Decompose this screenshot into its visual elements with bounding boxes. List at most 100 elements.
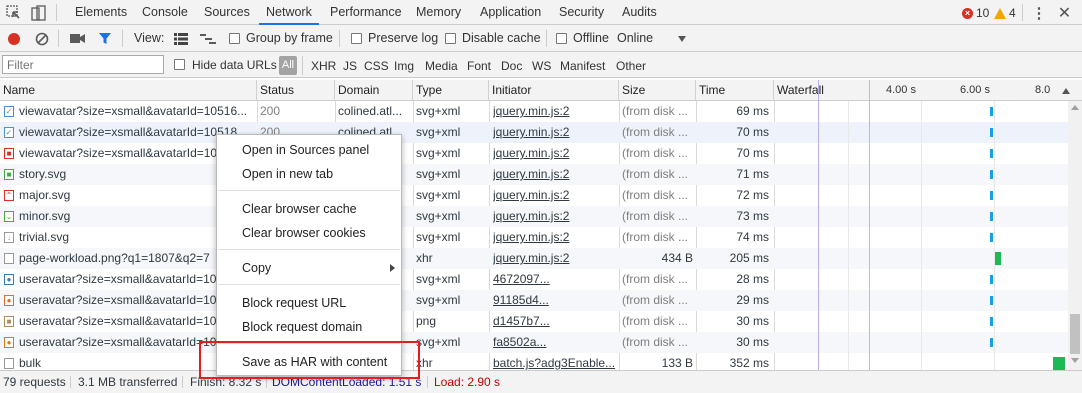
filter-input[interactable] — [2, 55, 164, 74]
request-initiator[interactable]: jquery.min.js:2 — [493, 206, 617, 227]
request-initiator[interactable]: d1457b7... — [493, 311, 617, 332]
request-initiator[interactable]: jquery.min.js:2 — [493, 227, 617, 248]
request-initiator[interactable]: jquery.min.js:2 — [493, 164, 617, 185]
filter-manifest[interactable]: Manifest — [560, 59, 605, 73]
offline-checkbox[interactable] — [556, 33, 567, 44]
group-by-frame-checkbox[interactable] — [229, 33, 240, 44]
filter-media[interactable]: Media — [425, 59, 458, 73]
table-row[interactable]: ✓ viewavatar?size=xsmall&avatarId=10516..… — [0, 101, 1068, 122]
menu-item-block-request-domain[interactable]: Block request domain — [217, 316, 401, 338]
filter-all-button[interactable]: All — [279, 56, 297, 75]
menu-item-block-request-url[interactable]: Block request URL — [217, 292, 401, 314]
scrollbar[interactable] — [1068, 101, 1082, 370]
filter-js[interactable]: JS — [343, 59, 357, 73]
waterfall-bar[interactable] — [994, 252, 1001, 265]
request-initiator[interactable]: 91185d4... — [493, 290, 617, 311]
waterfall-bar[interactable] — [990, 170, 993, 179]
request-initiator[interactable]: jquery.min.js:2 — [493, 248, 617, 269]
group-by-frame-label[interactable]: Group by frame — [246, 31, 333, 45]
column-name[interactable]: Name — [0, 80, 257, 101]
request-initiator[interactable]: jquery.min.js:2 — [493, 101, 617, 122]
table-row[interactable]: ⌃ major.svg svg+xml jquery.min.js:2 (from di… — [0, 185, 1068, 206]
column-size[interactable]: Size — [619, 80, 696, 101]
table-row[interactable]: ● useravatar?size=xsmall&avatarId=10 svg+x… — [0, 269, 1068, 290]
scroll-down-arrow-icon[interactable] — [1071, 358, 1079, 363]
request-name[interactable]: viewavatar?size=xsmall&avatarId=10516... — [19, 101, 255, 122]
waterfall-bar[interactable] — [990, 275, 993, 284]
table-row[interactable]: bulk xhr batch.js?adg3Enable... 133 B 352 ms — [0, 353, 1068, 370]
throttling-select[interactable]: Online — [617, 30, 689, 47]
filter-ws[interactable]: WS — [532, 59, 551, 73]
menu-item-copy[interactable]: Copy — [217, 257, 401, 279]
large-rows-icon[interactable] — [172, 30, 189, 47]
menu-item-open-in-new-tab[interactable]: Open in new tab — [217, 163, 401, 185]
filter-font[interactable]: Font — [467, 59, 491, 73]
filter-img[interactable]: Img — [394, 59, 414, 73]
waterfall-bar[interactable] — [990, 107, 993, 116]
tab-audits[interactable]: Audits — [622, 0, 657, 25]
table-row[interactable]: page-workload.png?q1=1807&q2=7 xhr jquery.… — [0, 248, 1068, 269]
waterfall-bar[interactable] — [990, 296, 993, 305]
device-toolbar-icon[interactable] — [30, 4, 47, 21]
waterfall-bar[interactable] — [990, 191, 993, 200]
waterfall-bar[interactable] — [990, 338, 993, 347]
filter-xhr[interactable]: XHR — [311, 59, 336, 73]
column-domain[interactable]: Domain — [335, 80, 413, 101]
tab-memory[interactable]: Memory — [416, 0, 461, 25]
tab-sources[interactable]: Sources — [204, 0, 250, 25]
scroll-up-arrow-icon[interactable] — [1071, 105, 1079, 110]
waterfall-bar[interactable] — [990, 233, 993, 242]
filter-other[interactable]: Other — [616, 59, 646, 73]
table-row[interactable]: ■ story.svg svg+xml jquery.min.js:2 (from di… — [0, 164, 1068, 185]
filter-icon[interactable] — [96, 30, 113, 47]
tab-console[interactable]: Console — [142, 0, 188, 25]
request-initiator[interactable]: jquery.min.js:2 — [493, 185, 617, 206]
table-row[interactable]: ● useravatar?size=xsmall&avatarId=10 svg+x… — [0, 290, 1068, 311]
column-type[interactable]: Type — [413, 80, 489, 101]
tab-network[interactable]: Network — [259, 0, 319, 25]
request-initiator[interactable]: jquery.min.js:2 — [493, 143, 617, 164]
column-time[interactable]: Time — [696, 80, 774, 101]
tab-elements[interactable]: Elements — [75, 0, 127, 25]
sort-arrow-icon[interactable] — [1062, 88, 1070, 94]
filter-css[interactable]: CSS — [364, 59, 389, 73]
offline-label[interactable]: Offline — [573, 31, 609, 45]
preserve-log-checkbox[interactable] — [351, 33, 362, 44]
column-initiator[interactable]: Initiator — [489, 80, 619, 101]
table-row[interactable]: ■ useravatar?size=xsmall&avatarId=10 png d1… — [0, 311, 1068, 332]
menu-item-clear-browser-cache[interactable]: Clear browser cache — [217, 198, 401, 220]
tab-security[interactable]: Security — [559, 0, 604, 25]
table-row[interactable]: ✓ viewavatar?size=xsmall&avatarId=10518..… — [0, 122, 1068, 143]
clear-icon[interactable] — [33, 30, 50, 47]
close-icon[interactable]: ✕ — [1056, 4, 1073, 22]
tab-performance[interactable]: Performance — [330, 0, 402, 25]
table-row[interactable]: ↓ trivial.svg svg+xml jquery.min.js:2 (from … — [0, 227, 1068, 248]
inspect-element-icon[interactable] — [5, 4, 22, 21]
request-initiator[interactable]: 4672097... — [493, 269, 617, 290]
column-status[interactable]: Status — [257, 80, 335, 101]
record-icon[interactable] — [5, 30, 22, 47]
waterfall-bar[interactable] — [990, 317, 993, 326]
menu-item-clear-browser-cookies[interactable]: Clear browser cookies — [217, 222, 401, 244]
error-count-badge[interactable]: × 10 — [962, 6, 989, 20]
overview-icon[interactable] — [199, 30, 216, 47]
waterfall-bar[interactable] — [990, 128, 993, 137]
waterfall-bar[interactable] — [1053, 357, 1065, 370]
request-initiator[interactable]: jquery.min.js:2 — [493, 122, 617, 143]
more-options-icon[interactable]: ⋮ — [1032, 4, 1047, 22]
disable-cache-checkbox[interactable] — [445, 33, 456, 44]
waterfall-bar[interactable] — [990, 149, 993, 158]
scrollbar-thumb[interactable] — [1070, 314, 1080, 354]
filter-doc[interactable]: Doc — [501, 59, 522, 73]
hide-data-urls-checkbox[interactable] — [174, 59, 185, 70]
request-initiator[interactable]: batch.js?adg3Enable... — [493, 353, 617, 370]
table-row[interactable]: ⌄ minor.svg svg+xml jquery.min.js:2 (from di… — [0, 206, 1068, 227]
request-initiator[interactable]: fa8502a... — [493, 332, 617, 353]
hide-data-urls-label[interactable]: Hide data URLs — [192, 58, 277, 72]
table-row[interactable]: ● useravatar?size=xsmall&avatarId=10 svg+x… — [0, 332, 1068, 353]
tab-application[interactable]: Application — [480, 0, 541, 25]
menu-item-open-in-sources[interactable]: Open in Sources panel — [217, 139, 401, 161]
waterfall-bar[interactable] — [990, 212, 993, 221]
disable-cache-label[interactable]: Disable cache — [462, 31, 541, 45]
preserve-log-label[interactable]: Preserve log — [368, 31, 438, 45]
